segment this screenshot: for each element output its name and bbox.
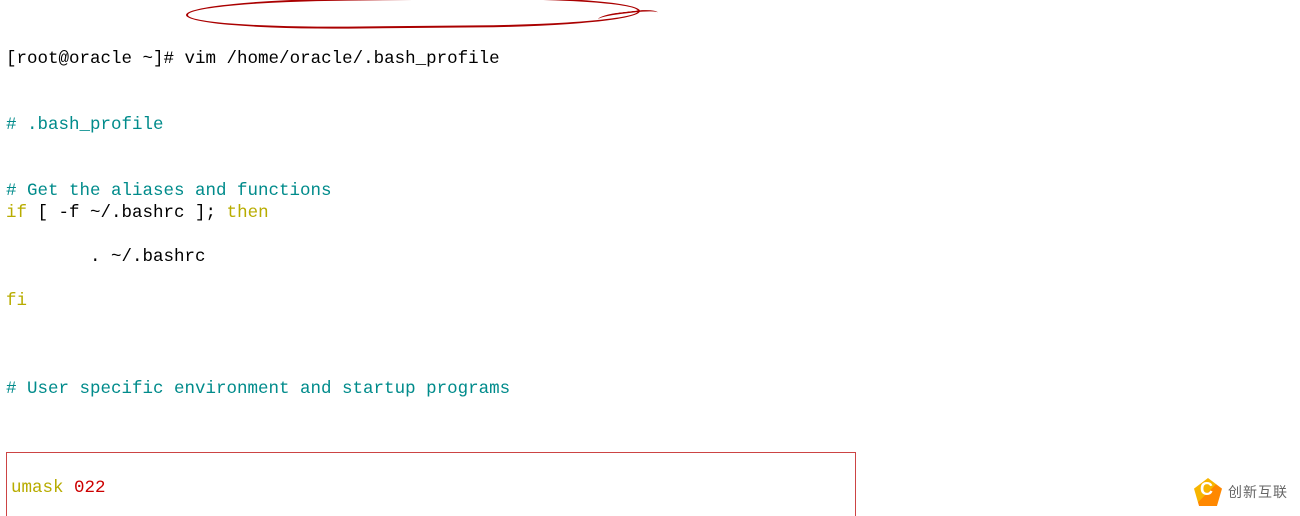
watermark-text: 创新互联: [1228, 481, 1288, 503]
hash-symbol: #: [6, 115, 17, 135]
kw-fi: fi: [6, 291, 27, 311]
terminal-viewport[interactable]: [root@oracle ~]# vim /home/oracle/.bash_…: [0, 0, 1300, 516]
comment-aliases: # Get the aliases and functions: [6, 181, 332, 201]
shell-command[interactable]: vim /home/oracle/.bash_profile: [185, 49, 500, 69]
source-bashrc: . ~/.bashrc: [6, 247, 206, 267]
annotation-ellipse: [186, 0, 640, 30]
kw-umask: umask: [11, 478, 64, 498]
profile-title: .bash_profile: [17, 115, 164, 135]
shell-prompt: [root@oracle ~]#: [6, 49, 174, 69]
if-test: [ -f ~/.bashrc ];: [27, 203, 227, 223]
env-block-frame: umask 022 ORACLE_BASE=/oracle/app/oracle…: [6, 452, 856, 516]
watermark: 创新互联: [1194, 478, 1288, 506]
umask-value: 022: [64, 478, 106, 498]
kw-then: then: [227, 203, 269, 223]
comment-env: # User specific environment and startup …: [6, 379, 510, 399]
watermark-logo-icon: [1194, 478, 1222, 506]
kw-if: if: [6, 203, 27, 223]
